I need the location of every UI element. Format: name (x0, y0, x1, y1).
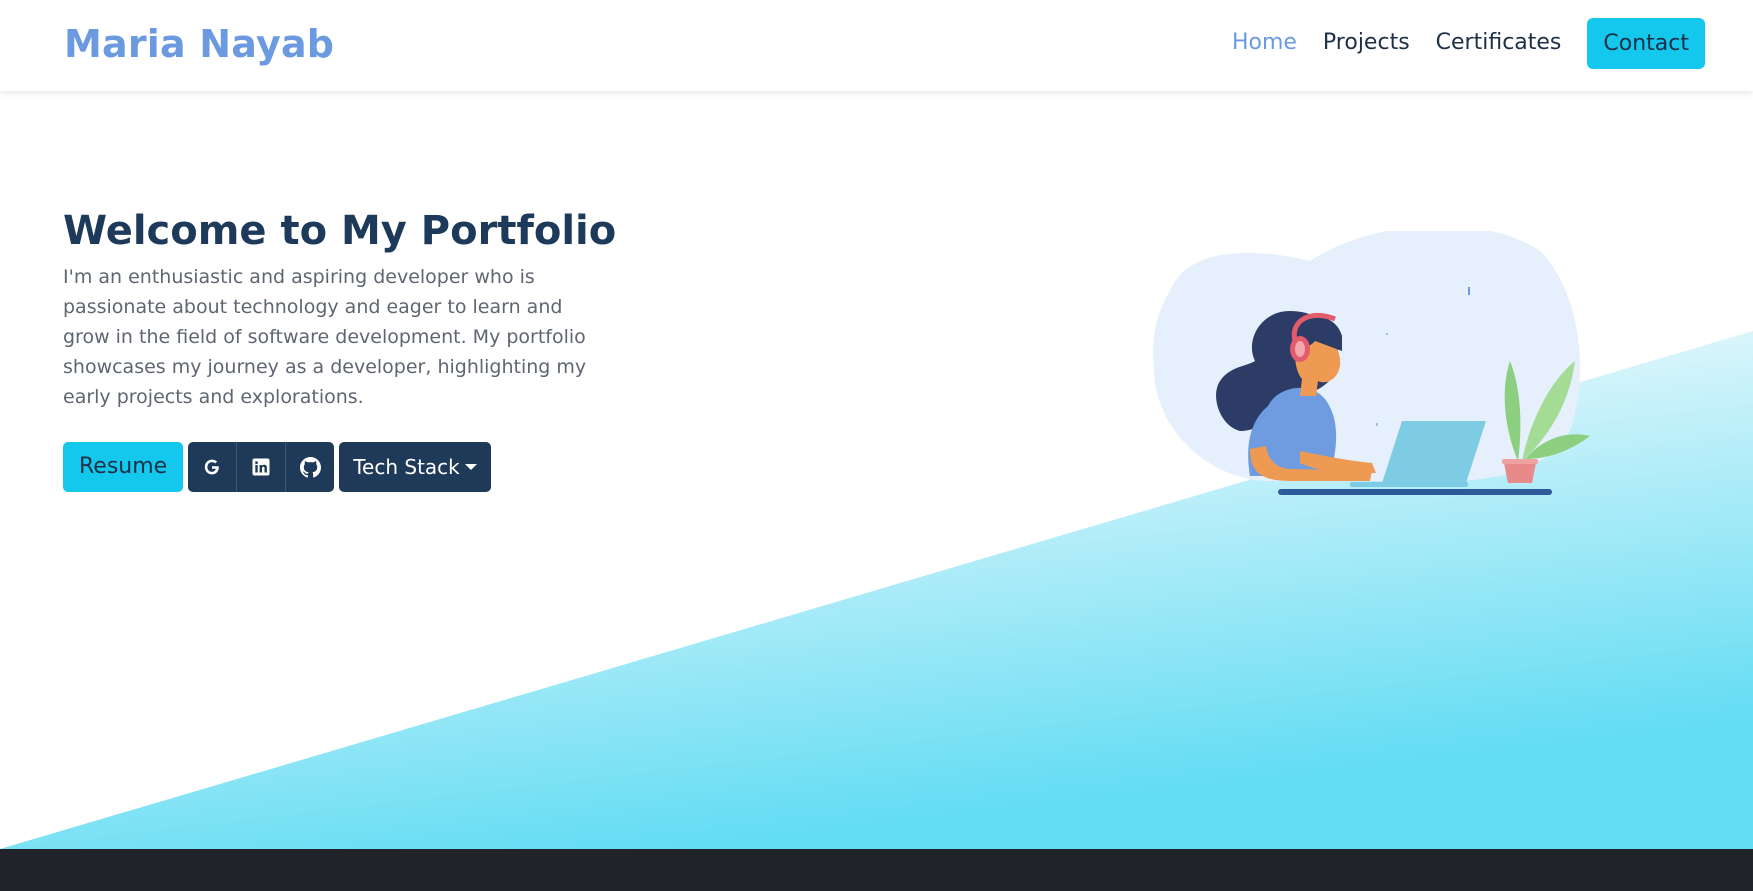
linkedin-icon (252, 458, 270, 476)
contact-button[interactable]: Contact (1587, 17, 1705, 69)
nav-link-certificates[interactable]: Certificates (1436, 16, 1562, 70)
resume-button[interactable]: Resume (63, 442, 184, 492)
footer-bar (0, 849, 1753, 891)
brand-name[interactable]: Maria Nayab (64, 18, 334, 70)
github-button[interactable] (286, 442, 334, 492)
social-button-group (188, 442, 335, 492)
google-icon (205, 459, 220, 475)
github-icon (299, 456, 321, 477)
caret-down-icon (464, 464, 477, 470)
navbar: Maria Nayab Home Projects Certificates C… (0, 0, 1753, 91)
tech-stack-dropdown[interactable]: Tech Stack (339, 442, 491, 492)
google-button[interactable] (188, 442, 238, 492)
nav-links: Home Projects Certificates Contact (1206, 16, 1705, 70)
hero-actions: Resume Tech Stack (63, 442, 491, 492)
nav-link-home[interactable]: Home (1232, 16, 1297, 70)
nav-link-projects[interactable]: Projects (1323, 16, 1410, 70)
linkedin-button[interactable] (237, 442, 287, 492)
hero-title: Welcome to My Portfolio (63, 208, 617, 254)
tech-stack-label: Tech Stack (353, 455, 460, 479)
developer-illustration (1153, 231, 1590, 495)
hero-description: I'm an enthusiastic and aspiring develop… (63, 266, 587, 408)
hero-section: Welcome to My Portfolio I'm an enthusias… (0, 91, 1753, 849)
